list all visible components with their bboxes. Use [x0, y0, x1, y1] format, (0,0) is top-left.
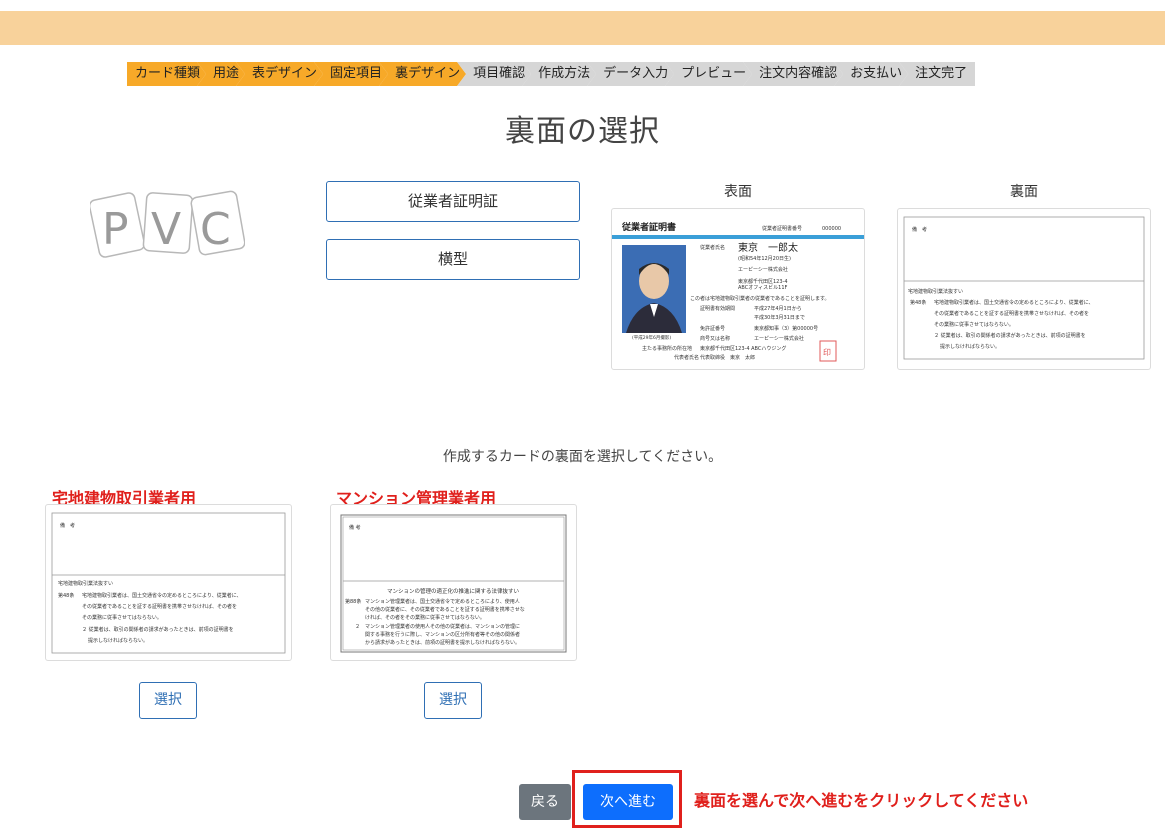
front-card-number-label: 従業者証明書番号	[762, 225, 802, 232]
name-label: 従業者氏名	[700, 244, 725, 251]
seal-mark: 印	[823, 348, 831, 357]
hint-text: 裏面を選んで次へ進むをクリックしてください	[694, 791, 1029, 810]
next-button-highlight	[572, 770, 682, 828]
choice2-line-1: マンション管理業者は、国土交通省令で定めるところにより、使用人	[365, 598, 520, 605]
trade-label: 商号又は名称	[700, 335, 730, 342]
step-6: 項目確認	[457, 62, 531, 86]
real-estate-back-card[interactable]: 備 考 宅地建物取引業法抜すい 第48条 宅地建物取引業者は、国土交通省令の定め…	[45, 504, 292, 661]
trade-name: エーピーシー株式会社	[754, 335, 804, 342]
choice2-line-3: ければ、その者をその業務に従事させてはならない。	[365, 614, 485, 621]
back-line-2: その従業者であることを証する証明書を携帯させなければ、その者を	[934, 310, 1089, 317]
usage-option-button[interactable]: 従業者証明証	[326, 181, 580, 222]
page-title: 裏面の選択	[505, 114, 660, 149]
office-label: 主たる事務所の所在地	[642, 345, 692, 352]
choice2-remarks: 備 考	[349, 524, 361, 531]
license-label: 免許証番号	[700, 325, 725, 332]
choice1-remarks: 備 考	[60, 522, 75, 529]
back-article: 第48条	[910, 299, 926, 306]
choice1-line-2: その従業者であることを証する証明書を携帯させなければ、その者を	[82, 603, 237, 610]
choice1-article: 第48条	[58, 592, 74, 599]
step-12: 注文完了	[899, 62, 976, 86]
logo-letter-p: P	[102, 204, 129, 255]
choice2-line-6: から請求があったときは、前項の証明書を提示しなければならない。	[365, 639, 520, 646]
statement: この者は宅地建物取引業者の従業者であることを証明します。	[690, 295, 829, 302]
front-card-preview: 従業者証明書 従業者証明書番号 000000 (平成29年6月撮影) 従業者氏名…	[611, 208, 865, 370]
header-banner	[0, 11, 1165, 45]
step-7: 作成方法	[522, 62, 596, 86]
step-4: 固定項目	[314, 62, 388, 86]
valid-label: 証明書有効期間	[700, 305, 735, 312]
back-preview-label: 裏面	[1010, 184, 1038, 200]
back-line-4: ２ 従業者は、取引の関係者の請求があったときは、前項の証明書を	[934, 332, 1086, 339]
office-address: 東京都千代田区123-4 ABCハウジング	[700, 345, 786, 352]
step-8: データ入力	[587, 62, 674, 86]
choice2-article: 第88条	[345, 598, 361, 605]
choice1-line-4: ２ 従業者は、取引の関係者の請求があったときは、前項の証明書を	[82, 626, 234, 633]
back-law-title: 宅地建物取引業法抜すい	[908, 288, 963, 295]
building: ABCオフィスビル11F	[738, 284, 788, 291]
step-5: 裏デザイン	[379, 62, 466, 86]
mansion-back-card[interactable]: 備 考 マンションの管理の適正化の推進に関する法律抜すい 第88条 マンション管…	[330, 504, 577, 661]
rep-label: 代表者氏名	[674, 354, 699, 361]
back-line-3: その業務に従事させてはならない。	[934, 321, 1014, 328]
representative: 代表取締役 東京 太郎	[700, 354, 755, 361]
back-button[interactable]: 戻る	[519, 784, 571, 820]
progress-steps: カード種類 用途 表デザイン 固定項目 裏デザイン 項目確認 作成方法 データ入力 プレビュー注…	[127, 62, 976, 86]
back-line-5: 提示しなければならない。	[940, 343, 1000, 350]
step-3: 表デザイン	[236, 62, 323, 86]
choice1-line-5: 提示しなければならない。	[88, 637, 148, 644]
license-number: 東京都知事（3）第00000号	[754, 325, 818, 332]
valid-to: 平成30年3月31日まで	[754, 314, 805, 321]
back-line-1: 宅地建物取引業者は、国土交通省令の定めるところにより、従業者に、	[934, 299, 1094, 306]
choice1-line-1: 宅地建物取引業者は、国土交通省令の定めるところにより、従業者に、	[82, 592, 242, 599]
step-1: カード種類	[127, 62, 206, 86]
select-mansion-button[interactable]: 選択	[424, 682, 482, 719]
photo-date: (平成29年6月撮影)	[632, 334, 671, 341]
choice1-law: 宅地建物取引業法抜すい	[58, 580, 113, 587]
address: 東京都千代田区123-4	[738, 278, 788, 285]
back-remarks: 備 考	[912, 226, 927, 233]
employee-name: 東京 一郎太	[738, 241, 798, 254]
front-card-number: 000000	[822, 226, 841, 232]
pvc-logo: P V C	[90, 190, 245, 258]
birth-date: (昭和54年12月20日生)	[738, 255, 791, 262]
choice1-line-3: その業務に従事させてはならない。	[82, 614, 162, 621]
choice2-line-5: 関する事務を行うに際し、マンションの区分所有者等その他の関係者	[365, 631, 520, 638]
logo-letter-c: C	[200, 204, 231, 255]
logo-letter-v: V	[151, 204, 181, 255]
choice2-line-4: ２ マンション管理業者の使用人その他の従業者は、マンションの管理に	[355, 623, 520, 630]
back-card-preview: 備 考 宅地建物取引業法抜すい 第48条 宅地建物取引業者は、国土交通省令の定め…	[897, 208, 1151, 370]
choice2-line-2: その他の従業者に、その従業者であることを証する証明書を携帯させな	[365, 606, 525, 613]
step-10: 注文内容確認	[743, 62, 843, 86]
choice2-law: マンションの管理の適正化の推進に関する法律抜すい	[387, 587, 520, 595]
step-9: プレビュー	[665, 62, 752, 86]
company: エーピーシー株式会社	[738, 266, 788, 273]
front-preview-label: 表面	[724, 184, 752, 200]
select-real-estate-button[interactable]: 選択	[139, 682, 197, 719]
valid-from: 平成27年4月1日から	[754, 305, 802, 312]
orientation-option-button[interactable]: 横型	[326, 239, 580, 280]
front-card-title: 従業者証明書	[621, 221, 676, 233]
instruction-text: 作成するカードの裏面を選択してください。	[442, 449, 723, 465]
step-11: お支払い	[834, 62, 908, 86]
